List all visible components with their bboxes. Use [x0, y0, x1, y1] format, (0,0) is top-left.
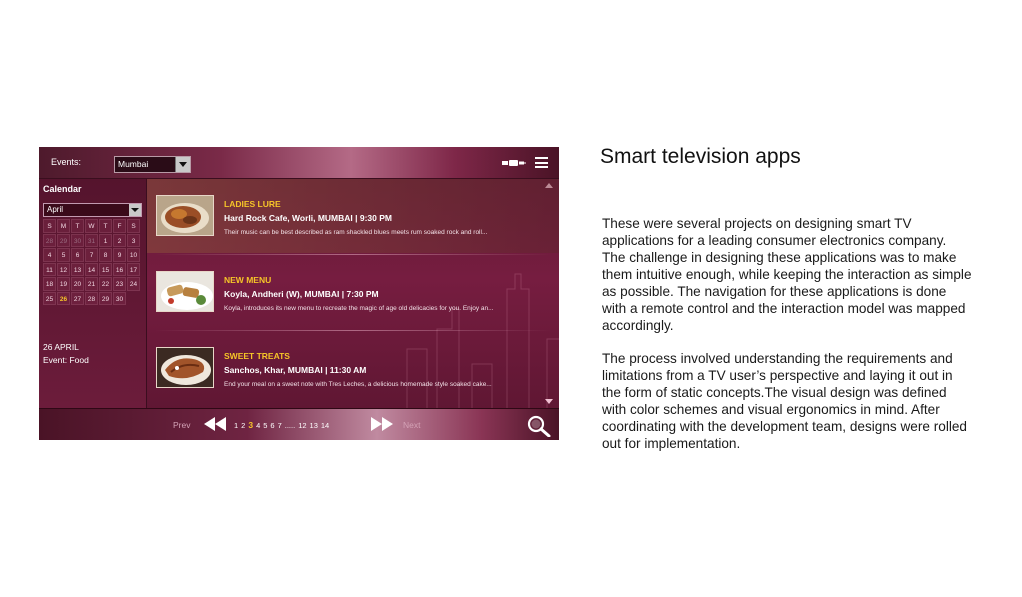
event-title: SWEET TREATS	[224, 351, 290, 361]
rewind-icon[interactable]	[204, 417, 226, 431]
page-number[interactable]: 3	[248, 420, 253, 430]
calendar-day[interactable]: 16	[113, 262, 126, 276]
event-venue-time: Koyla, Andheri (W), MUMBAI | 7:30 PM	[224, 289, 379, 299]
tv-app-screenshot: Events: Mumbai Calendar April S M T W T F S 28 2…	[39, 147, 559, 440]
event-venue-time: Hard Rock Cafe, Worli, MUMBAI | 9:30 PM	[224, 213, 392, 223]
page-number[interactable]: 2	[241, 421, 245, 430]
calendar-day[interactable]: 30	[113, 291, 126, 305]
search-icon[interactable]	[527, 415, 551, 437]
calendar-day[interactable]: 23	[113, 277, 126, 291]
page-numbers: 1 2 3 4 5 6 7..... 12 13 14	[234, 420, 329, 430]
page-number: .....	[284, 421, 296, 430]
calendar-day[interactable]: 29	[99, 291, 112, 305]
city-dropdown-value: Mumbai	[118, 159, 149, 169]
calendar-day[interactable]: 9	[113, 248, 126, 262]
weekday-header: M	[57, 219, 70, 233]
page-number[interactable]: 14	[321, 421, 329, 430]
next-button[interactable]: Next	[403, 420, 420, 430]
calendar-day[interactable]: 3	[127, 233, 140, 247]
calendar-day[interactable]: 14	[85, 262, 98, 276]
weekday-header: T	[99, 219, 112, 233]
event-venue-time: Sanchos, Khar, MUMBAI | 11:30 AM	[224, 365, 367, 375]
calendar-day[interactable]: 2	[113, 233, 126, 247]
calendar-day[interactable]: 21	[85, 277, 98, 291]
event-thumbnail	[156, 195, 214, 236]
chevron-down-icon[interactable]	[129, 204, 141, 216]
article-paragraph-2: The process involved understanding the r…	[602, 351, 967, 451]
calendar-day[interactable]: 5	[57, 248, 70, 262]
event-title: LADIES LURE	[224, 199, 281, 209]
page-number[interactable]: 6	[270, 421, 274, 430]
top-bar: Events: Mumbai	[39, 147, 559, 179]
event-thumbnail	[156, 347, 214, 388]
calendar-day[interactable]: 8	[99, 248, 112, 262]
pagination-bar: Prev 1 2 3 4 5 6 7..... 12 13 14 Next	[39, 408, 559, 440]
weekday-header: T	[71, 219, 84, 233]
event-list: LADIES LURE Hard Rock Cafe, Worli, MUMBA…	[147, 179, 559, 440]
calendar-day[interactable]: 29	[57, 233, 70, 247]
month-dropdown-value: April	[47, 205, 64, 214]
calendar-day[interactable]: 1	[99, 233, 112, 247]
weekday-header: S	[43, 219, 56, 233]
chevron-down-icon[interactable]	[175, 157, 190, 172]
weekday-header: S	[127, 219, 140, 233]
event-thumbnail	[156, 271, 214, 312]
calendar-day[interactable]: 12	[57, 262, 70, 276]
event-description: End your meal on a sweet note with Tres …	[224, 381, 492, 388]
calendar-day[interactable]: 19	[57, 277, 70, 291]
calendar-day[interactable]: 30	[71, 233, 84, 247]
calendar-day[interactable]: 4	[43, 248, 56, 262]
page-number[interactable]: 13	[310, 421, 318, 430]
calendar-day[interactable]: 17	[127, 262, 140, 276]
calendar-panel: Calendar April S M T W T F S 28 29 30 31 1 2 3 4 5 6 7 8 9 1…	[39, 179, 147, 408]
fast-forward-icon[interactable]	[371, 417, 393, 431]
page-number[interactable]: 5	[263, 421, 267, 430]
page-number[interactable]: 4	[256, 421, 260, 430]
calendar-day[interactable]: 22	[99, 277, 112, 291]
event-item[interactable]: LADIES LURE Hard Rock Cafe, Worli, MUMBA…	[147, 179, 559, 253]
calendar-day[interactable]: 28	[43, 233, 56, 247]
events-label: Events:	[51, 157, 82, 167]
weekday-header: F	[113, 219, 126, 233]
selected-date: 26 APRIL	[43, 342, 79, 352]
event-item[interactable]: NEW MENU Koyla, Andheri (W), MUMBAI | 7:…	[147, 255, 559, 329]
calendar-day[interactable]: 11	[43, 262, 56, 276]
calendar-day[interactable]: 31	[85, 233, 98, 247]
page-number[interactable]: 1	[234, 421, 238, 430]
weekday-header: W	[85, 219, 98, 233]
calendar-day[interactable]: 18	[43, 277, 56, 291]
calendar-day[interactable]: 6	[71, 248, 84, 262]
calendar-title: Calendar	[43, 184, 82, 194]
calendar-day[interactable]: 28	[85, 291, 98, 305]
scroll-down-icon[interactable]	[545, 399, 553, 404]
calendar-day[interactable]: 24	[127, 277, 140, 291]
event-title: NEW MENU	[224, 275, 272, 285]
calendar-grid: S M T W T F S 28 29 30 31 1 2 3 4 5 6 7 8 9 10 11 12 13 14 15 16 17…	[43, 219, 140, 305]
selected-event-type: Event: Food	[43, 355, 89, 365]
event-item[interactable]: SWEET TREATS Sanchos, Khar, MUMBAI | 11:…	[147, 331, 559, 405]
calendar-day[interactable]: 7	[85, 248, 98, 262]
page-number[interactable]: 7	[278, 421, 282, 430]
calendar-day[interactable]: 13	[71, 262, 84, 276]
article-paragraph-1: These were several projects on designing…	[602, 216, 972, 333]
event-description: Their music can be best described as ram…	[224, 229, 488, 236]
calendar-day[interactable]: 15	[99, 262, 112, 276]
calendar-day[interactable]: 25	[43, 291, 56, 305]
calendar-day[interactable]: 26	[57, 291, 70, 305]
calendar-day[interactable]: 10	[127, 248, 140, 262]
city-dropdown[interactable]: Mumbai	[114, 156, 191, 173]
menu-icon[interactable]	[535, 157, 548, 168]
page-number[interactable]: 12	[298, 421, 306, 430]
connection-icon[interactable]	[502, 159, 526, 167]
article-heading: Smart television apps	[600, 145, 801, 168]
event-description: Koyla, introduces its new menu to recrea…	[224, 305, 494, 312]
calendar-day[interactable]: 27	[71, 291, 84, 305]
calendar-day[interactable]: 20	[71, 277, 84, 291]
prev-button[interactable]: Prev	[173, 420, 190, 430]
month-dropdown[interactable]: April	[43, 203, 142, 217]
